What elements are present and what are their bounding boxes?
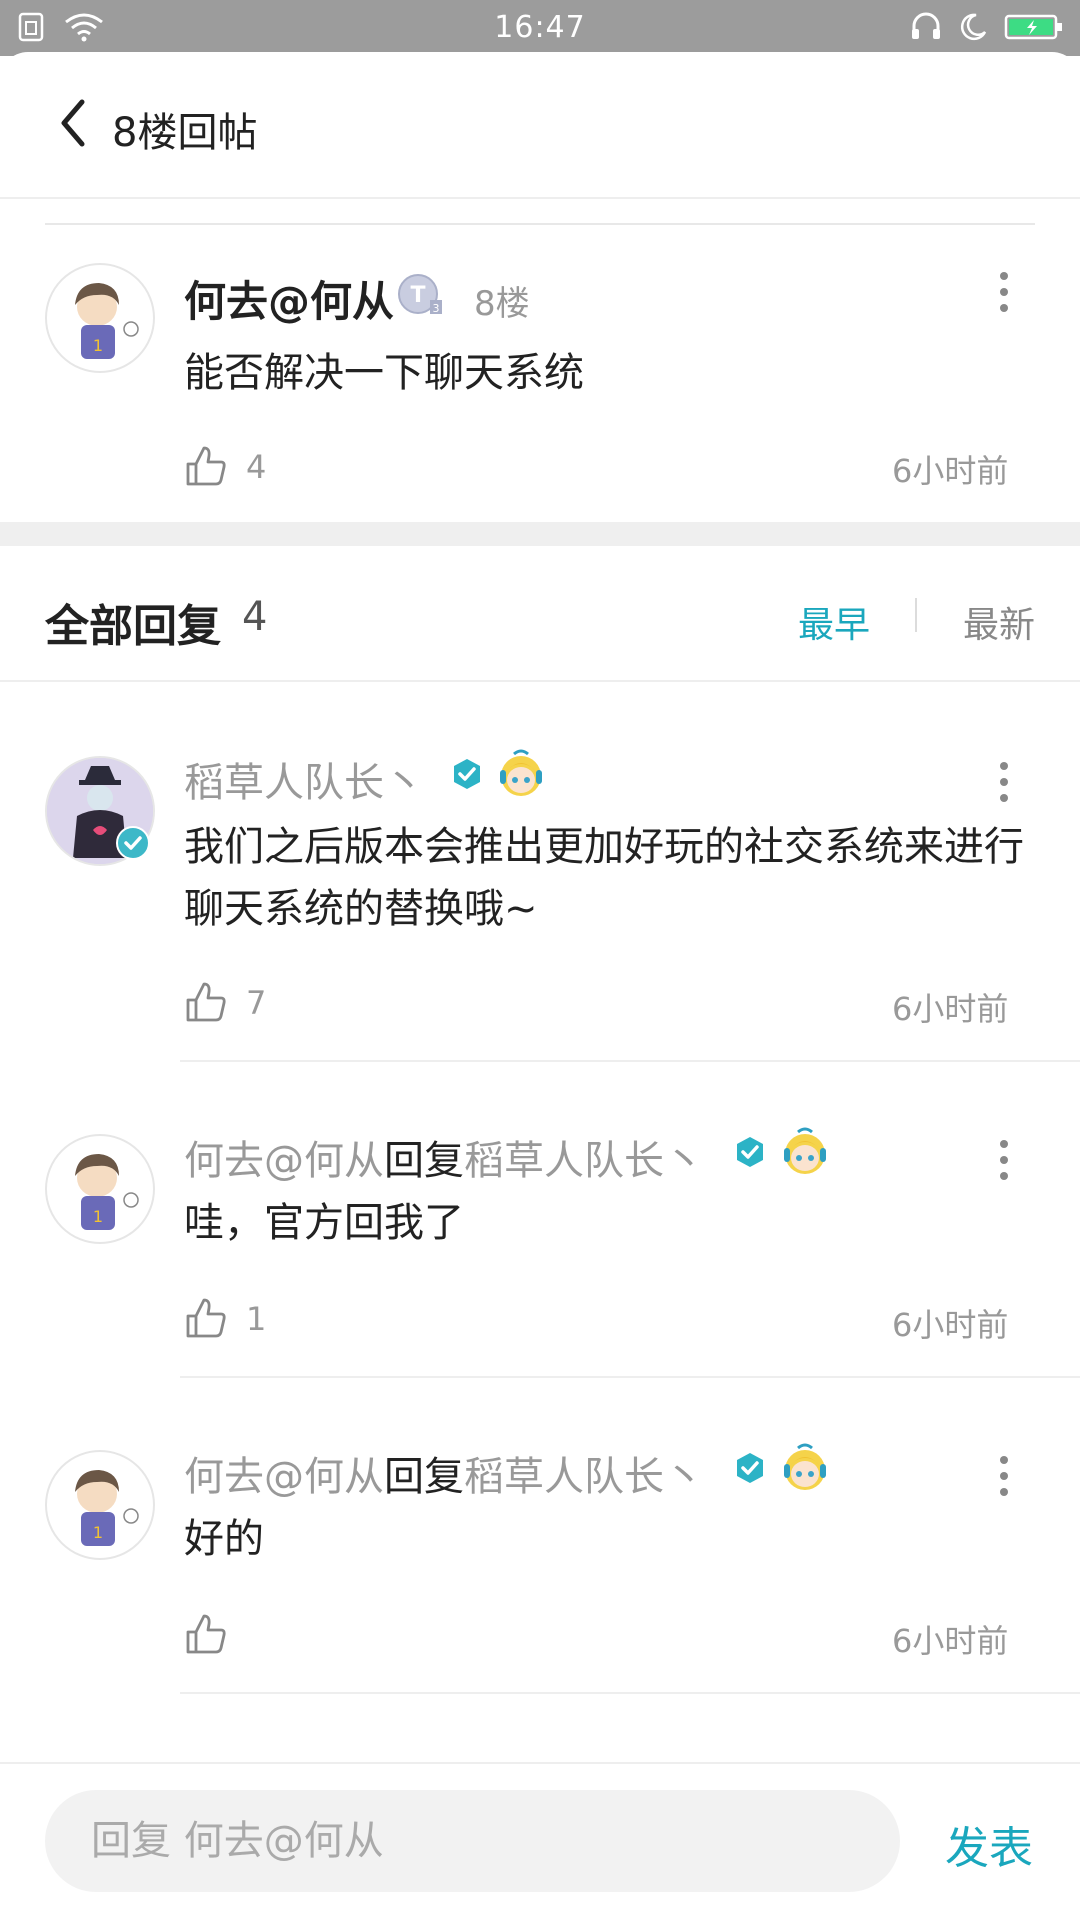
- row-divider: [180, 1376, 1080, 1378]
- reply-target[interactable]: 稻草人队长丶: [464, 1454, 704, 1500]
- boy-avatar-icon: 1: [75, 1470, 139, 1546]
- divider: [0, 680, 1080, 682]
- verified-badge-icon: [737, 1137, 763, 1167]
- avatar[interactable]: 1: [45, 1134, 155, 1244]
- replies-heading: 全部回复: [45, 601, 221, 652]
- floor-label: 8楼: [474, 284, 530, 324]
- post-author[interactable]: 何去@何从: [184, 268, 394, 329]
- sort-divider: [915, 598, 917, 632]
- row-divider: [180, 1692, 1080, 1694]
- chibi-girl-badge-icon: [784, 1443, 826, 1490]
- sort-earliest-tab[interactable]: 最早: [798, 596, 870, 648]
- level-badge-icon: T3: [398, 274, 442, 315]
- boy-avatar-icon: 1: [75, 1154, 139, 1230]
- like-count: 1: [246, 1300, 267, 1338]
- verified-badge-icon: [454, 759, 480, 789]
- reply-author[interactable]: 何去@何从: [184, 1454, 384, 1500]
- reply-author-line: 何去@何从回复稻草人队长丶: [184, 1444, 704, 1502]
- thumbs-up-icon[interactable]: [184, 1296, 228, 1340]
- thumbs-up-icon[interactable]: [184, 444, 228, 488]
- post-content: 能否解决一下聊天系统: [184, 350, 584, 396]
- replies-count: 4: [242, 594, 268, 640]
- chibi-girl-badge-icon: [500, 749, 542, 796]
- more-vertical-icon[interactable]: [994, 268, 1014, 316]
- more-vertical-icon[interactable]: [994, 758, 1014, 806]
- publish-button[interactable]: 发表: [945, 1812, 1033, 1876]
- reply-author-line: 何去@何从回复稻草人队长丶: [184, 1128, 704, 1186]
- verified-badge-icon: [737, 1453, 763, 1483]
- row-divider: [180, 1060, 1080, 1062]
- back-chevron-icon[interactable]: [58, 98, 88, 148]
- battery-icon: [1004, 14, 1062, 40]
- page-title: 8楼回帖: [112, 110, 258, 156]
- svg-text:T: T: [410, 283, 425, 308]
- divider: [45, 223, 1035, 225]
- reply-content: 我们之后版本会推出更加好玩的社交系统来进行聊天系统的替换哦~: [184, 824, 1024, 932]
- reply-author[interactable]: 稻草人队长丶: [184, 750, 424, 808]
- reply-content: 好的: [184, 1516, 264, 1562]
- like-count: 7: [246, 984, 267, 1022]
- section-separator: [0, 522, 1080, 546]
- reply-verb: 回复: [384, 1454, 464, 1500]
- headset-icon: [912, 12, 940, 39]
- thumbs-up-icon[interactable]: [184, 980, 228, 1024]
- post-time: 6小时前: [892, 452, 1009, 490]
- reply-time: 6小时前: [892, 1306, 1009, 1344]
- reply-content: 哇，官方回我了: [184, 1200, 464, 1246]
- chibi-girl-badge-icon: [784, 1127, 826, 1174]
- svg-text:1: 1: [93, 1523, 103, 1542]
- reply-input[interactable]: [45, 1790, 900, 1892]
- avatar[interactable]: 1: [45, 263, 155, 373]
- verified-badge-icon: [116, 826, 150, 860]
- reply-time: 6小时前: [892, 990, 1009, 1028]
- svg-text:1: 1: [93, 336, 103, 355]
- reply-target[interactable]: 稻草人队长丶: [464, 1138, 704, 1184]
- thumbs-up-icon[interactable]: [184, 1612, 228, 1656]
- moon-icon: [960, 13, 987, 41]
- boy-avatar-icon: 1: [75, 283, 139, 359]
- more-vertical-icon[interactable]: [994, 1136, 1014, 1184]
- reply-verb: 回复: [384, 1138, 464, 1184]
- more-vertical-icon[interactable]: [994, 1452, 1014, 1500]
- like-count: 4: [246, 448, 267, 486]
- sort-newest-tab[interactable]: 最新: [963, 596, 1035, 648]
- svg-text:1: 1: [93, 1207, 103, 1226]
- svg-text:3: 3: [433, 302, 440, 315]
- reply-time: 6小时前: [892, 1622, 1009, 1660]
- status-bar: 16:47: [0, 0, 1080, 56]
- avatar[interactable]: 1: [45, 1450, 155, 1560]
- reply-author[interactable]: 何去@何从: [184, 1138, 384, 1184]
